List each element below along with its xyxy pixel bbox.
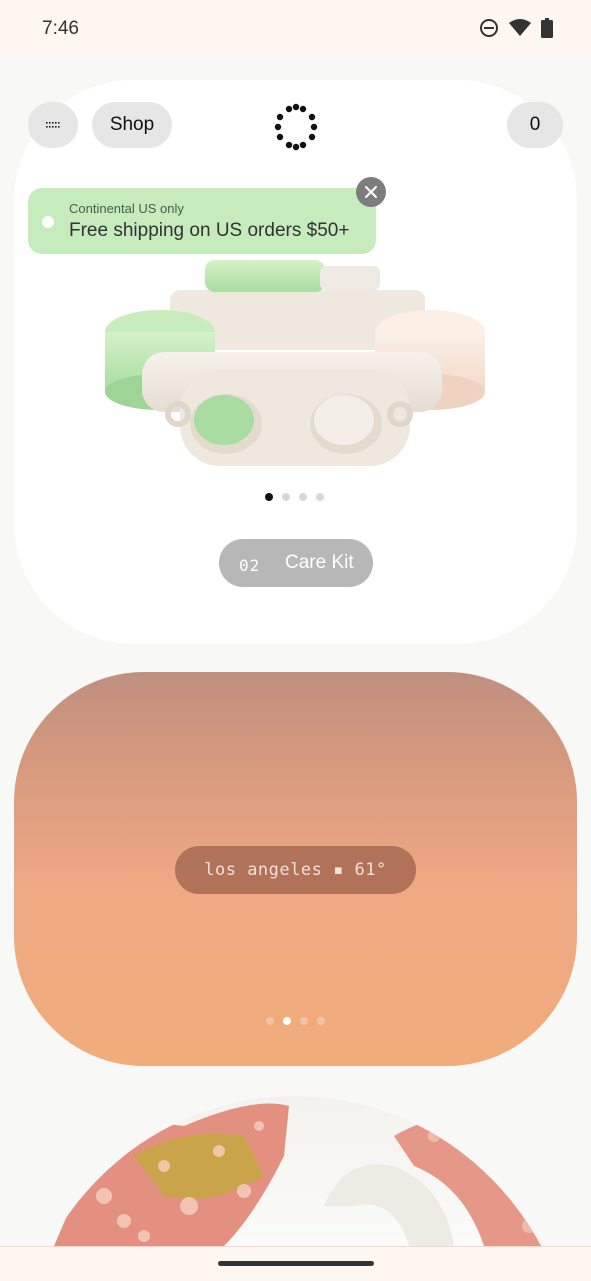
care-kit-product-image[interactable]: [100, 252, 492, 472]
weather-pill: los angeles ▪ 61°: [175, 846, 416, 894]
home-gesture-handle[interactable]: [218, 1261, 374, 1266]
shipping-banner[interactable]: Continental US only Free shipping on US …: [28, 188, 376, 254]
cart-button[interactable]: 0: [507, 102, 563, 148]
navigation-bar: [0, 1246, 591, 1281]
menu-icon: [46, 122, 60, 128]
abstract-sculpture-image: [14, 1096, 576, 1246]
do-not-disturb-icon: [480, 19, 498, 37]
status-icons: [479, 18, 553, 38]
status-time: 7:46: [42, 18, 79, 39]
carousel-dot[interactable]: [266, 1017, 274, 1025]
weather-card[interactable]: los angeles ▪ 61°: [14, 672, 577, 1066]
art-card[interactable]: [14, 1096, 577, 1246]
close-banner-button[interactable]: [356, 177, 386, 207]
hero-carousel-dots: [265, 493, 324, 501]
weather-carousel-dots: [266, 1017, 325, 1025]
care-kit-button[interactable]: 02 Care Kit: [219, 539, 373, 587]
care-kit-label: Care Kit: [285, 552, 354, 573]
carousel-dot[interactable]: [283, 1017, 291, 1025]
carousel-dot[interactable]: [316, 493, 324, 501]
banner-main-text: Free shipping on US orders $50+: [69, 220, 350, 241]
weather-text: los angeles ▪ 61°: [204, 860, 387, 880]
wifi-icon: [509, 19, 531, 36]
carousel-dot[interactable]: [265, 493, 273, 501]
battery-icon: [541, 18, 553, 38]
care-kit-number: 02: [239, 556, 261, 575]
carousel-dot[interactable]: [317, 1017, 325, 1025]
carousel-dot[interactable]: [300, 1017, 308, 1025]
shop-button[interactable]: Shop: [92, 102, 172, 148]
carousel-dot[interactable]: [299, 493, 307, 501]
menu-button[interactable]: [28, 102, 78, 148]
carousel-dot[interactable]: [282, 493, 290, 501]
banner-dot: [42, 216, 54, 228]
close-icon: [365, 186, 377, 198]
status-bar: 7:46: [0, 0, 591, 56]
dotted-ring-logo[interactable]: [272, 103, 320, 151]
banner-small-text: Continental US only: [69, 201, 184, 216]
